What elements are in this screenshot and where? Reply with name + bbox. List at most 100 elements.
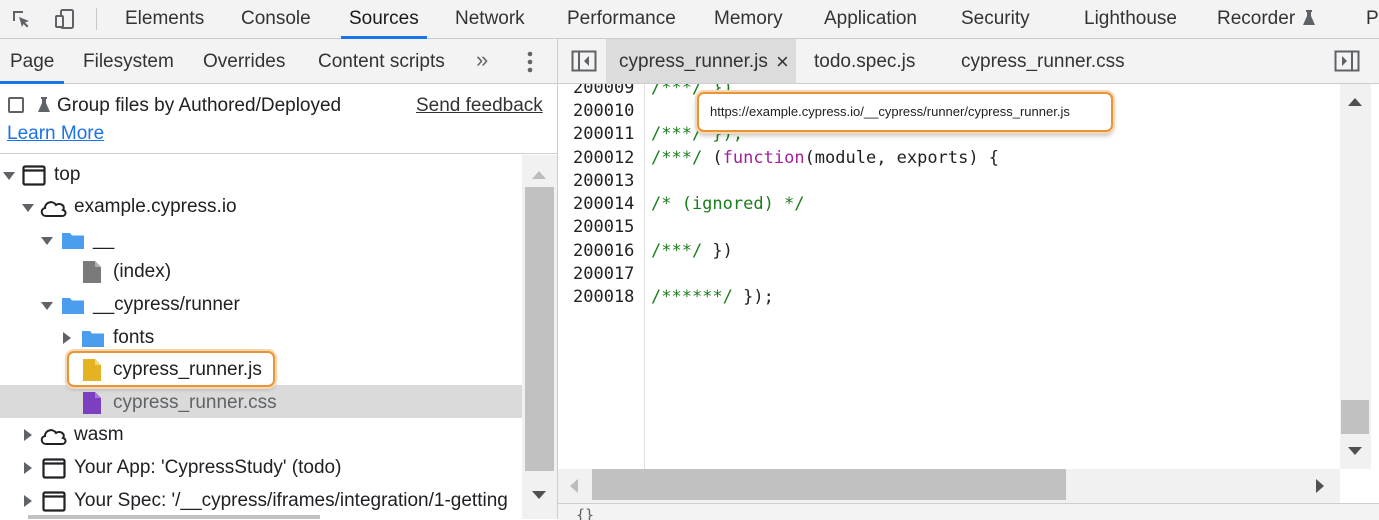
navigator-tabs: Page Filesystem Overrides Content script… xyxy=(0,39,557,84)
line-number: 200015 xyxy=(573,217,635,237)
tab-network[interactable]: Network xyxy=(455,0,525,38)
tab-performance[interactable]: Performance xyxy=(567,0,676,38)
scroll-up-icon[interactable] xyxy=(532,171,546,179)
expand-arrow-icon[interactable] xyxy=(24,429,32,441)
more-tabs-button[interactable]: » xyxy=(476,39,488,83)
experiment-flask-icon xyxy=(1303,10,1315,25)
inspect-element-icon[interactable] xyxy=(10,8,32,30)
tab-content-scripts[interactable]: Content scripts xyxy=(318,39,445,83)
line-number: 200009 xyxy=(573,84,635,98)
editor-hscrollbar[interactable] xyxy=(558,469,1340,503)
scrollbar-thumb[interactable] xyxy=(525,187,554,471)
file-tree: top example.cypress.io __ (index) __cypr… xyxy=(0,155,522,519)
hscrollbar-thumb[interactable] xyxy=(592,469,1066,500)
expand-arrow-icon[interactable] xyxy=(63,332,71,344)
expand-arrow-icon[interactable] xyxy=(24,495,32,507)
tree-item-your-app[interactable]: Your App: 'CypressStudy' (todo) xyxy=(0,452,522,484)
tree-item-top[interactable]: top xyxy=(0,159,522,191)
editor-tab-todo-spec-js[interactable]: todo.spec.js xyxy=(814,39,915,83)
frame-icon xyxy=(22,165,46,186)
tree-item-wasm[interactable]: wasm xyxy=(0,419,522,451)
code-line: /***/ }) xyxy=(651,241,733,261)
tab-memory[interactable]: Memory xyxy=(714,0,783,38)
line-number: 200011 xyxy=(573,124,635,144)
css-file-icon xyxy=(83,392,101,414)
tree-item-label: cypress_runner.css xyxy=(113,392,277,413)
tree-item-label: Your App: 'CypressStudy' (todo) xyxy=(74,457,342,478)
expand-arrow-icon[interactable] xyxy=(24,462,32,474)
experiment-flask-icon xyxy=(38,97,50,112)
more-options-icon[interactable] xyxy=(526,51,534,73)
editor-tab-cypress-runner-css[interactable]: cypress_runner.css xyxy=(961,39,1125,83)
tab-overrides[interactable]: Overrides xyxy=(203,39,285,83)
gutter-border xyxy=(644,84,645,469)
line-number: 200016 xyxy=(573,241,635,261)
close-tab-icon[interactable]: × xyxy=(776,39,789,85)
tree-item-index[interactable]: (index) xyxy=(0,256,522,288)
line-number: 200017 xyxy=(573,264,635,284)
tab-filesystem[interactable]: Filesystem xyxy=(83,39,174,83)
editor-scrollbar[interactable] xyxy=(1340,84,1371,469)
group-files-checkbox[interactable] xyxy=(8,97,24,113)
devtools-toolbar: Elements Console Sources Network Perform… xyxy=(0,0,1379,39)
scroll-up-icon[interactable] xyxy=(1348,98,1362,106)
tree-item-cypress-runner-css[interactable]: cypress_runner.css xyxy=(0,387,522,419)
tree-item-your-spec[interactable]: Your Spec: '/__cypress/iframes/integrati… xyxy=(0,485,522,517)
folder-icon xyxy=(82,331,104,347)
expand-arrow-icon[interactable] xyxy=(41,302,53,310)
send-feedback-link[interactable]: Send feedback xyxy=(416,93,543,119)
device-toolbar-icon[interactable] xyxy=(54,8,76,30)
tree-item-label: (index) xyxy=(113,261,172,282)
expand-arrow-icon[interactable] xyxy=(41,237,53,245)
pretty-print-button[interactable]: {} xyxy=(576,508,594,520)
code-line: /******/ }); xyxy=(651,287,774,307)
tab-console[interactable]: Console xyxy=(241,0,311,38)
expand-arrow-icon[interactable] xyxy=(3,172,15,180)
scroll-left-icon[interactable] xyxy=(570,479,578,493)
tab-overflow[interactable]: P xyxy=(1366,0,1379,38)
navigator-scrollbar[interactable] xyxy=(522,155,557,519)
tree-item-label: Your Spec: '/__cypress/iframes/integrati… xyxy=(74,490,508,511)
tab-security[interactable]: Security xyxy=(961,0,1030,38)
divider xyxy=(0,153,557,154)
line-number: 200010 xyxy=(573,101,635,121)
editor-tab-cypress-runner-js[interactable]: cypress_runner.js × xyxy=(606,39,796,83)
expand-arrow-icon[interactable] xyxy=(22,204,34,212)
cloud-icon xyxy=(40,429,67,445)
file-icon xyxy=(83,261,101,283)
url-tooltip: https://example.cypress.io/__cypress/run… xyxy=(697,92,1113,132)
tab-lighthouse[interactable]: Lighthouse xyxy=(1084,0,1177,38)
highlight-annotation xyxy=(67,351,275,387)
scroll-down-icon[interactable] xyxy=(532,491,546,499)
frame-icon xyxy=(42,458,66,479)
tab-sources[interactable]: Sources xyxy=(341,0,427,39)
tab-elements[interactable]: Elements xyxy=(125,0,204,38)
learn-more-link[interactable]: Learn More xyxy=(7,121,104,147)
tree-item-label: example.cypress.io xyxy=(74,196,237,217)
toggle-debugger-icon[interactable] xyxy=(1334,50,1360,72)
line-number: 200013 xyxy=(573,171,635,191)
tab-recorder[interactable]: Recorder xyxy=(1217,0,1295,38)
editor-status-bar: {} xyxy=(558,503,1379,520)
toolbar-separator xyxy=(96,8,97,30)
tree-item-label: fonts xyxy=(113,327,155,348)
tree-item-fonts[interactable]: fonts xyxy=(0,322,522,354)
toggle-navigator-icon[interactable] xyxy=(571,50,597,72)
tree-item-label: top xyxy=(54,164,81,185)
scrollbar-thumb[interactable] xyxy=(1341,400,1369,434)
tab-application[interactable]: Application xyxy=(824,0,917,38)
folder-icon xyxy=(62,233,84,249)
scroll-down-icon[interactable] xyxy=(1348,447,1362,455)
tree-item-double-underscore[interactable]: __ xyxy=(0,224,522,256)
line-number: 200018 xyxy=(573,287,635,307)
code-line: /* (ignored) */ xyxy=(651,194,805,214)
code-editor[interactable]: 200009 /***/ }) 200010 200011 /***/ }), … xyxy=(558,84,1340,469)
tree-item-example-cypress-io[interactable]: example.cypress.io xyxy=(0,191,522,223)
editor-tab-label: cypress_runner.js xyxy=(619,51,768,72)
scroll-right-icon[interactable] xyxy=(1316,479,1324,493)
tree-item-cypress-runner-folder[interactable]: __cypress/runner xyxy=(0,289,522,321)
editor-tabs: cypress_runner.js × todo.spec.js cypress… xyxy=(558,39,1379,84)
tab-page[interactable]: Page xyxy=(0,39,65,84)
navigator-hscroll-thumb[interactable] xyxy=(28,515,320,519)
tree-item-label: __ xyxy=(93,229,115,250)
